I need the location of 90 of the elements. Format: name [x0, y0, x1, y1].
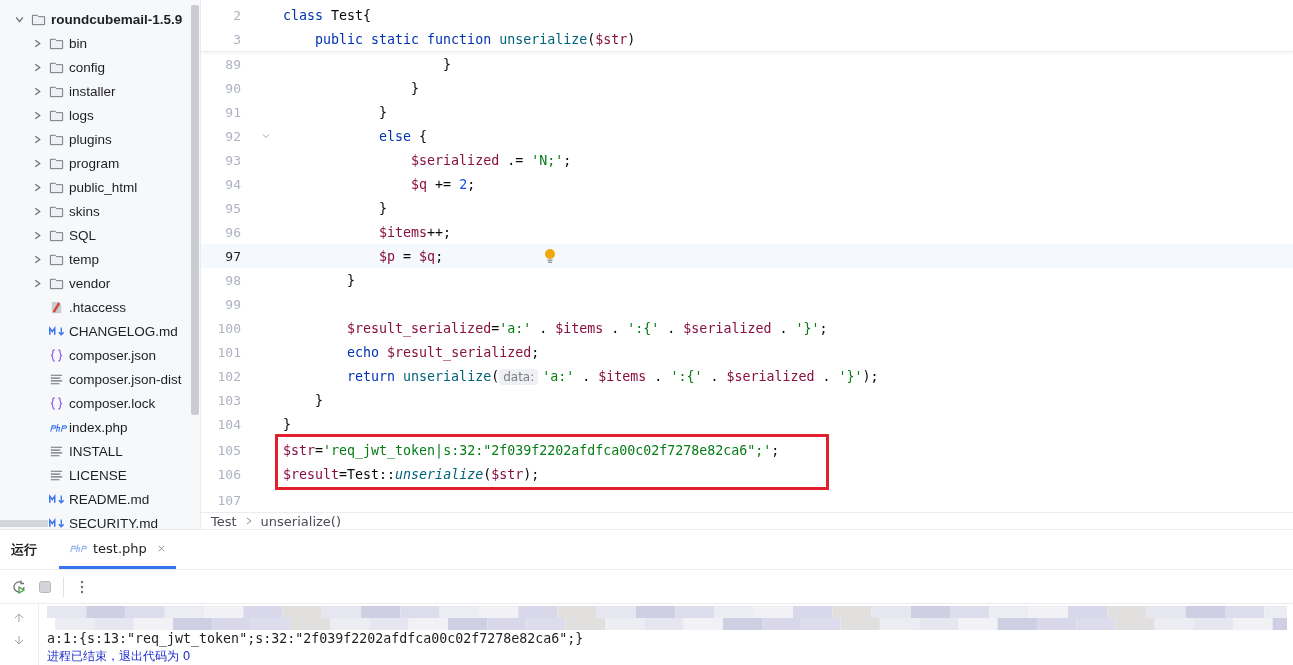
line-number: 95 [224, 200, 241, 216]
tree-item[interactable]: program [0, 151, 190, 175]
tree-item[interactable]: skins [0, 199, 190, 223]
feather-file-icon [49, 299, 64, 315]
tree-item[interactable]: composer.json [0, 343, 190, 367]
line-number: 105 [216, 442, 241, 458]
braces-icon [49, 395, 64, 411]
tree-item[interactable]: SECURITY.md [0, 511, 190, 529]
rerun-icon[interactable] [11, 578, 27, 595]
tree-item[interactable]: config [0, 55, 190, 79]
chevron-icon[interactable] [32, 229, 43, 241]
console-output: a:1:{s:13:"req_jwt_token";s:32:"2f039f2202afdfca00c02f7278e82ca6";} [47, 630, 585, 648]
tree-item[interactable]: INSTALL [0, 439, 190, 463]
tree-item[interactable]: logs [0, 103, 190, 127]
code-line: class Test{ [283, 7, 372, 23]
code-line: } [378, 104, 388, 120]
tree-item[interactable]: index.php [0, 415, 190, 439]
line-number: 98 [224, 272, 241, 288]
chevron-icon[interactable] [32, 37, 43, 49]
close-icon[interactable] [156, 543, 166, 553]
code-line: $p = $q; [378, 248, 444, 264]
chevron-icon[interactable] [32, 277, 43, 289]
chevron-icon[interactable] [32, 157, 43, 169]
chevron-icon[interactable] [32, 253, 43, 265]
line-number: 93 [224, 152, 241, 168]
line-number: 91 [224, 104, 241, 120]
lightbulb-icon[interactable] [544, 248, 556, 264]
tree-item[interactable]: plugins [0, 127, 190, 151]
code-line: } [442, 56, 452, 72]
chevron-icon[interactable] [32, 133, 43, 145]
code-line: $serialized .= 'N;'; [410, 152, 572, 168]
code-line: $q += 2; [410, 176, 476, 192]
scrollbar[interactable] [191, 5, 199, 415]
tree-item[interactable]: public_html [0, 175, 190, 199]
line-number: 99 [224, 296, 241, 312]
code-line: return unserialize( data: 'a:' . $items . ':{' . $serialized . '}'); [346, 368, 879, 384]
tree-item[interactable]: temp [0, 247, 190, 271]
line-number: 107 [216, 492, 241, 508]
code-line: } [283, 416, 291, 432]
exit-message: 进程已结束，退出代码为 0 [47, 648, 192, 664]
code-line: public static function unserialize($str) [314, 31, 636, 47]
line-number: 92 [224, 128, 241, 144]
chevron-icon[interactable] [32, 205, 43, 217]
code-line: echo $result_serialized; [346, 344, 540, 360]
tree-item[interactable]: vendor [0, 271, 190, 295]
line-number: 2 [232, 7, 241, 23]
breadcrumb-item[interactable]: unserialize() [260, 513, 341, 529]
code-line: } [378, 200, 388, 216]
code-line: $result=Test::unserialize($str); [283, 466, 540, 482]
tree-item[interactable]: CHANGELOG.md [0, 319, 190, 343]
line-number: 100 [216, 320, 241, 336]
line-number: 89 [224, 56, 241, 72]
code-line: $str='req_jwt_token|s:32:"2f039f2202afdfca00c02f7278e82ca6";'; [283, 442, 780, 458]
tree-item[interactable]: roundcubemail-1.5.9 [0, 7, 190, 31]
tree-item[interactable]: composer.json-dist [0, 367, 190, 391]
chevron-icon[interactable] [32, 109, 43, 121]
line-number: 90 [224, 80, 241, 96]
braces-icon [49, 347, 64, 363]
code-line: $result_serialized='a:' . $items . ':{' . $serialized . '}'; [346, 320, 828, 336]
line-number: 102 [216, 368, 241, 384]
panel-title: 运行 [10, 540, 38, 559]
line-number: 104 [216, 416, 241, 432]
arrow-up-icon[interactable] [13, 612, 25, 624]
line-number: 94 [224, 176, 241, 192]
scrollbar[interactable] [0, 520, 48, 527]
code-line: } [410, 80, 420, 96]
line-number: 97 [224, 248, 241, 264]
chevron-icon[interactable] [32, 181, 43, 193]
line-number: 103 [216, 392, 241, 408]
code-line: else { [378, 128, 428, 144]
tree-item[interactable]: SQL [0, 223, 190, 247]
arrow-down-icon[interactable] [13, 634, 25, 646]
tree-item[interactable]: bin [0, 31, 190, 55]
tree-item[interactable]: .htaccess [0, 295, 190, 319]
chevron-icon [244, 516, 253, 526]
breadcrumb-item[interactable]: Test [211, 513, 237, 529]
line-number: 3 [232, 31, 241, 47]
file-tab[interactable]: test.php [59, 530, 176, 569]
line-number: 106 [216, 466, 241, 482]
tree-item[interactable]: composer.lock [0, 391, 190, 415]
tree-item[interactable]: installer [0, 79, 190, 103]
line-number: 96 [224, 224, 241, 240]
tree-item[interactable]: LICENSE [0, 463, 190, 487]
code-line: } [314, 392, 324, 408]
code-line: $items++; [378, 224, 452, 240]
tree-item[interactable]: README.md [0, 487, 190, 511]
chevron-icon[interactable] [32, 85, 43, 97]
code-line: } [346, 272, 356, 288]
line-number: 101 [216, 344, 241, 360]
chevron-icon[interactable] [32, 61, 43, 73]
